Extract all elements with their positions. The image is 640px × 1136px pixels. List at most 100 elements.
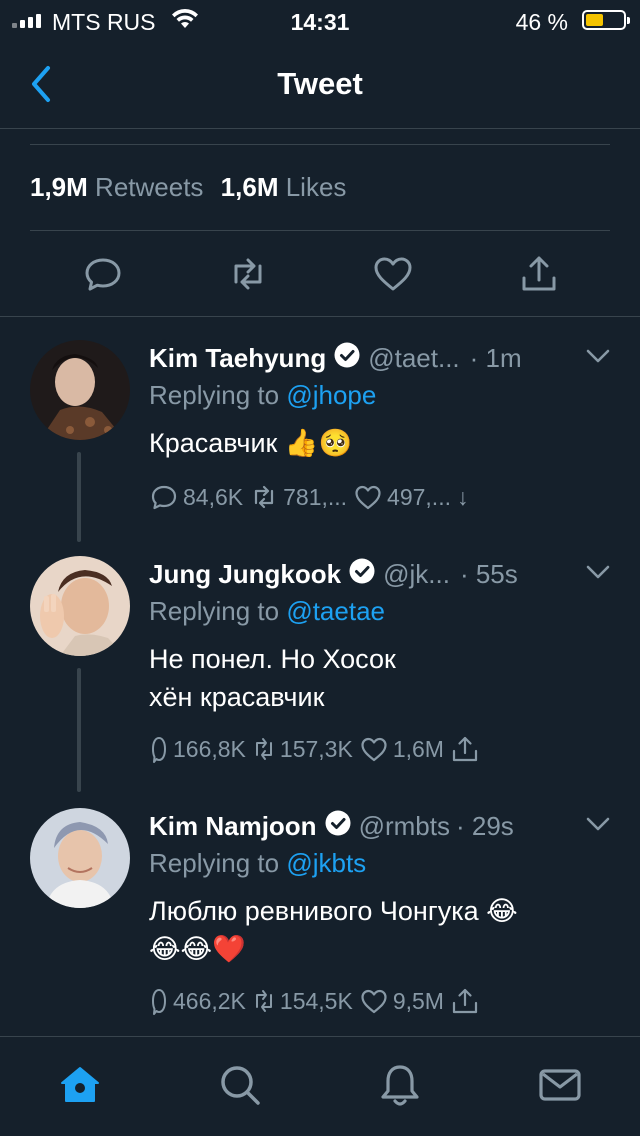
like-count: 1,6M	[392, 735, 444, 762]
verified-icon	[325, 810, 351, 843]
tweet-emoji: 😂	[486, 896, 518, 927]
retweet-count: 781,...	[283, 483, 348, 510]
chevron-down-icon[interactable]	[586, 348, 610, 369]
retweet-icon	[255, 738, 272, 760]
divider	[30, 144, 610, 145]
reply-tweet[interactable]: Kim Taehyung @taet... · 1m Replying to @…	[0, 340, 640, 542]
retweets-count[interactable]: 1,9M	[30, 172, 88, 202]
navigation-bar: Tweet	[0, 40, 640, 129]
share-icon: ↓	[456, 483, 469, 510]
reply-button[interactable]: 84,6K	[149, 482, 243, 512]
tweet-action-bar: 166,8K 157,3K 1,6M	[149, 734, 486, 764]
divider	[30, 230, 610, 231]
tweet-stats: 1,9M Retweets 1,6M Likes	[30, 172, 356, 203]
reply-count: 84,6K	[183, 483, 244, 510]
messages-icon[interactable]	[536, 1061, 584, 1109]
like-icon	[361, 737, 387, 762]
like-icon	[355, 485, 381, 510]
avatar[interactable]	[30, 808, 130, 908]
replying-to-link[interactable]: @jhope	[286, 380, 376, 410]
replying-to: Replying to @jkbts	[149, 848, 366, 879]
reply-button[interactable]: 166,8K	[149, 734, 246, 764]
replying-prefix: Replying to	[149, 596, 280, 626]
reply-icon	[152, 989, 166, 1015]
tweet-text-line: Не понел. Но Хосок	[149, 644, 396, 674]
tweet-time: · 55s	[459, 558, 518, 589]
tweet-text-line: хён красавчик	[149, 682, 325, 712]
verified-icon	[334, 342, 360, 375]
retweet-button[interactable]: 157,3K	[252, 734, 353, 764]
share-button[interactable]: ↓	[457, 484, 469, 511]
tweet-text: Не понел. Но Хосок хён красавчик	[149, 640, 589, 716]
retweet-icon[interactable]	[226, 252, 270, 296]
like-count: 9,5M	[392, 987, 444, 1014]
chevron-down-icon[interactable]	[586, 816, 610, 837]
search-icon[interactable]	[216, 1061, 264, 1109]
chevron-down-icon[interactable]	[586, 564, 610, 585]
thread-connector	[77, 668, 81, 792]
battery-percentage: 46 %	[515, 9, 568, 35]
retweet-icon	[255, 990, 272, 1012]
author-name[interactable]: Kim Taehyung	[149, 343, 326, 374]
like-count: 497,...	[387, 483, 451, 510]
avatar[interactable]	[30, 340, 130, 440]
tweet-emoji: 😂😂❤️	[149, 934, 246, 965]
retweet-icon	[255, 485, 274, 509]
notifications-icon[interactable]	[376, 1061, 424, 1109]
battery-icon	[582, 10, 630, 30]
reply-tweet[interactable]: Jung Jungkook @jk... · 55s Replying to @…	[0, 556, 640, 792]
replying-to: Replying to @taetae	[149, 596, 385, 627]
likes-label[interactable]: Likes	[286, 172, 347, 202]
tweet-action-bar	[0, 232, 640, 317]
tweet-text: Люблю ревнивого Чонгука 😂 😂😂❤️	[149, 892, 609, 969]
replying-to: Replying to @jhope	[149, 380, 376, 411]
author-handle[interactable]: @taet...	[368, 343, 459, 374]
author-name[interactable]: Jung Jungkook	[149, 559, 341, 590]
retweet-count: 154,5K	[279, 987, 353, 1014]
replying-prefix: Replying to	[149, 380, 280, 410]
tweet-time: · 1m	[469, 342, 522, 373]
like-button[interactable]: 497,...	[353, 482, 451, 512]
share-button[interactable]	[450, 986, 480, 1016]
replying-prefix: Replying to	[149, 848, 280, 878]
likes-count[interactable]: 1,6M	[221, 172, 279, 202]
author-handle[interactable]: @jk...	[383, 559, 450, 590]
page-title: Tweet	[277, 66, 363, 101]
author-handle[interactable]: @rmbts	[359, 811, 450, 842]
retweet-button[interactable]: 781,...	[249, 482, 347, 512]
home-icon[interactable]	[56, 1061, 104, 1109]
share-icon	[452, 736, 478, 762]
tweet-action-bar: 84,6K 781,... 497,... ↓	[149, 482, 474, 512]
tweet-emoji: 👍🥺	[284, 428, 353, 459]
retweet-button[interactable]: 154,5K	[252, 986, 353, 1016]
tweet-text-content: Люблю ревнивого Чонгука	[149, 896, 479, 926]
reply-icon[interactable]	[81, 252, 125, 296]
share-icon[interactable]	[517, 252, 561, 296]
tweet-text-content: Красавчик	[149, 428, 278, 458]
like-icon	[361, 989, 387, 1014]
status-bar: MTS RUS 14:31 46 %	[0, 0, 640, 40]
tab-bar	[0, 1037, 640, 1136]
author-name[interactable]: Kim Namjoon	[149, 811, 317, 842]
reply-tweet[interactable]: Kim Namjoon @rmbts · 29s Replying to @jk…	[0, 808, 640, 1036]
avatar[interactable]	[30, 556, 130, 656]
reply-icon	[152, 737, 166, 763]
tweet-time: · 29s	[455, 810, 514, 841]
retweets-label[interactable]: Retweets	[95, 172, 203, 202]
reply-count: 166,8K	[173, 735, 246, 762]
like-button[interactable]: 1,6M	[359, 734, 444, 764]
verified-icon	[349, 558, 375, 591]
tweet-text: Красавчик 👍🥺	[149, 424, 589, 463]
replying-to-link[interactable]: @taetae	[286, 596, 385, 626]
reply-count: 466,2K	[173, 987, 246, 1014]
like-button[interactable]: 9,5M	[359, 986, 444, 1016]
retweet-count: 157,3K	[279, 735, 353, 762]
thread-connector	[77, 452, 81, 542]
reply-icon	[151, 485, 177, 510]
tweet-action-bar: 466,2K 154,5K 9,5M	[149, 986, 486, 1016]
share-icon	[452, 988, 478, 1014]
like-icon[interactable]	[371, 252, 415, 296]
reply-button[interactable]: 466,2K	[149, 986, 246, 1016]
share-button[interactable]	[450, 734, 480, 764]
replying-to-link[interactable]: @jkbts	[286, 848, 366, 878]
